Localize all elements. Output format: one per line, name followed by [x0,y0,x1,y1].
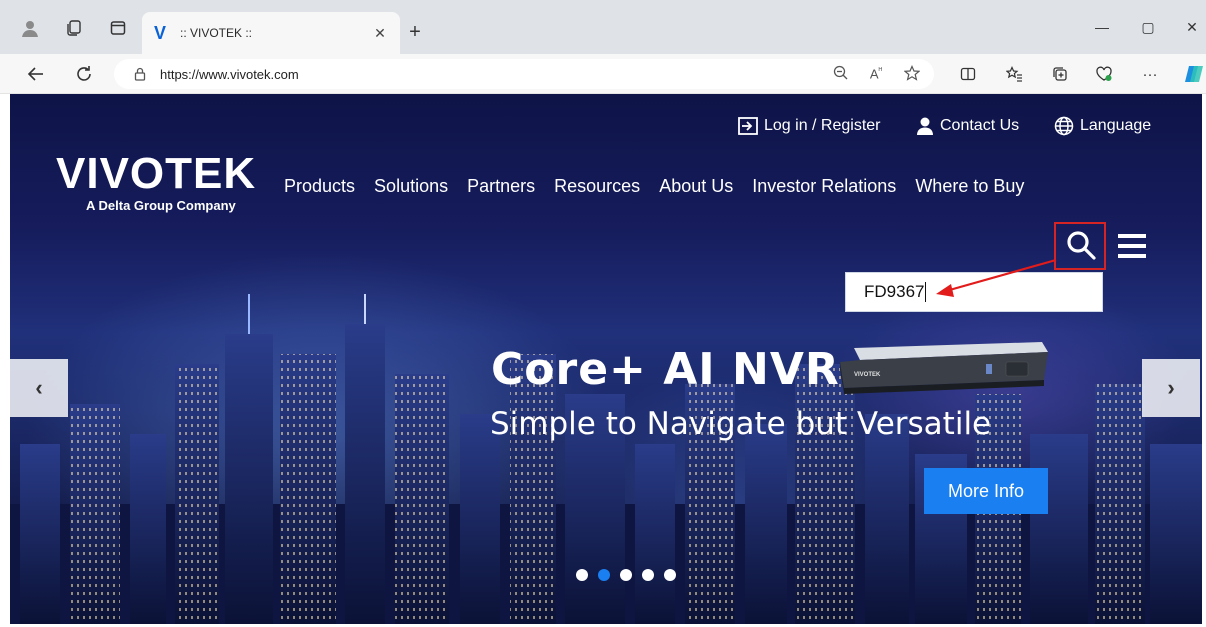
favorite-star-icon[interactable] [903,64,921,84]
favorites-icon[interactable] [1000,60,1028,88]
carousel-dot[interactable] [664,569,676,581]
language-label: Language [1080,117,1152,134]
carousel-prev-button[interactable]: ‹ [10,359,68,417]
browser-tab-bar: V :: VIVOTEK :: ✕ + — ▢ ✕ [0,0,1206,54]
collections-icon[interactable] [1046,60,1074,88]
split-screen-icon[interactable] [954,60,982,88]
close-tab-icon[interactable]: ✕ [368,21,392,45]
logo-tagline: A Delta Group Company [86,198,236,213]
vivotek-favicon-icon: V [154,22,167,43]
read-aloud-icon[interactable]: Aᴴ [870,66,882,81]
maximize-button[interactable]: ▢ [1128,14,1168,40]
language-link[interactable]: Language [1054,114,1151,138]
contact-us-label: Contact Us [940,117,1020,134]
vivotek-logo[interactable]: VIVOTEK A Delta Group Company [56,152,266,214]
nav-resources[interactable]: Resources [554,176,640,197]
hero-title: Core+ AI NVR [491,344,840,395]
address-bar[interactable]: https://www.vivotek.com Aᴴ [114,59,934,89]
carousel-dots [576,569,676,581]
text-caret [925,282,927,302]
zoom-icon[interactable] [833,65,848,83]
nav-partners[interactable]: Partners [467,176,535,197]
search-input-value: FD9367 [864,282,925,301]
nvr-device-image: VIVOTEK [840,342,1048,394]
lock-icon[interactable] [132,66,148,82]
back-icon[interactable] [22,60,50,88]
webpage-viewport: Log in / Register Contact Us Language VI… [10,94,1202,624]
hero-subtitle: Simple to Navigate but Versatile [490,406,992,442]
nav-investor-relations[interactable]: Investor Relations [752,176,896,197]
profile-icon[interactable] [16,14,44,42]
carousel-dot[interactable] [642,569,654,581]
minimize-button[interactable]: — [1082,14,1122,40]
more-options-icon[interactable]: ··· [1136,60,1164,88]
carousel-next-button[interactable]: › [1142,359,1200,417]
login-register-label: Log in / Register [764,117,881,134]
new-tab-button[interactable]: + [403,20,427,44]
nav-where-to-buy[interactable]: Where to Buy [915,176,1024,197]
copilot-icon[interactable] [1180,60,1206,88]
collections-tabs-icon[interactable] [60,14,88,42]
carousel-dot[interactable] [576,569,588,581]
logo-wordmark: VIVOTEK [56,149,257,198]
nav-solutions[interactable]: Solutions [374,176,448,197]
tab-vivotek[interactable]: V :: VIVOTEK :: ✕ [142,12,400,54]
close-window-button[interactable]: ✕ [1172,14,1206,40]
main-navigation: Products Solutions Partners Resources Ab… [284,176,1024,197]
user-icon [916,117,934,135]
url-text: https://www.vivotek.com [160,66,299,82]
address-toolbar: https://www.vivotek.com Aᴴ ··· [0,54,1206,94]
login-register-link[interactable]: Log in / Register [738,114,881,138]
search-input[interactable]: FD9367 [845,272,1103,312]
carousel-dot-active[interactable] [598,569,610,581]
carousel-dot[interactable] [620,569,632,581]
nvr-brand-label: VIVOTEK [854,372,881,378]
nav-about-us[interactable]: About Us [659,176,733,197]
browser-essentials-icon[interactable] [1090,60,1118,88]
nav-products[interactable]: Products [284,176,355,197]
tab-actions-icon[interactable] [104,14,132,42]
more-info-button[interactable]: More Info [924,468,1048,514]
refresh-icon[interactable] [70,60,98,88]
hamburger-menu-icon[interactable] [1116,232,1148,260]
globe-icon [1054,116,1074,136]
contact-us-link[interactable]: Contact Us [916,114,1019,138]
login-icon [738,117,758,135]
search-icon[interactable] [1065,229,1097,261]
tab-title: :: VIVOTEK :: [180,26,253,40]
